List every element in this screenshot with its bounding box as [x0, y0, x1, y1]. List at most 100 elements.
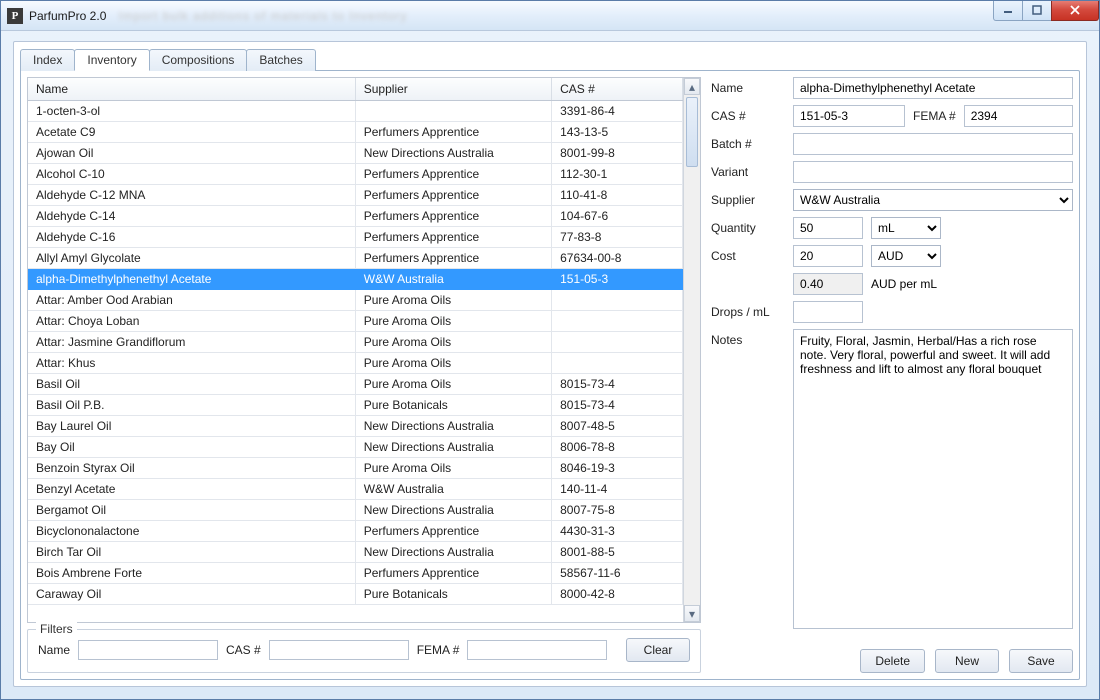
cell-name: Alcohol C-10	[28, 164, 355, 185]
cell-supplier: Pure Aroma Oils	[355, 290, 551, 311]
cell-cas: 58567-11-6	[552, 563, 683, 584]
table-row[interactable]: 1-octen-3-ol3391-86-4	[28, 101, 683, 122]
filter-name-input[interactable]	[78, 640, 218, 660]
tab-index[interactable]: Index	[20, 49, 75, 71]
cell-name: Ajowan Oil	[28, 143, 355, 164]
close-button[interactable]	[1051, 1, 1099, 21]
delete-button[interactable]: Delete	[860, 649, 925, 673]
table-row[interactable]: Benzoin Styrax OilPure Aroma Oils8046-19…	[28, 458, 683, 479]
filters-legend: Filters	[36, 622, 77, 636]
table-row[interactable]: Bois Ambrene FortePerfumers Apprentice58…	[28, 563, 683, 584]
table-row[interactable]: Bergamot OilNew Directions Australia8007…	[28, 500, 683, 521]
app-window: P ParfumPro 2.0 Import bulk additions of…	[0, 0, 1100, 700]
detail-cost-label: Cost	[711, 249, 783, 263]
table-row[interactable]: alpha-Dimethylphenethyl AcetateW&W Austr…	[28, 269, 683, 290]
table-row[interactable]: Benzyl AcetateW&W Australia140-11-4	[28, 479, 683, 500]
tab-strip: Index Inventory Compositions Batches	[20, 49, 1080, 71]
detail-drops-input[interactable]	[793, 301, 863, 323]
cell-supplier: New Directions Australia	[355, 542, 551, 563]
vertical-scrollbar[interactable]: ▴ ▾	[683, 78, 700, 622]
cell-cas: 67634-00-8	[552, 248, 683, 269]
table-row[interactable]: Aldehyde C-16Perfumers Apprentice77-83-8	[28, 227, 683, 248]
cell-supplier: Perfumers Apprentice	[355, 206, 551, 227]
table-row[interactable]: Attar: Jasmine GrandiflorumPure Aroma Oi…	[28, 332, 683, 353]
table-row[interactable]: Aldehyde C-12 MNAPerfumers Apprentice110…	[28, 185, 683, 206]
cell-supplier: New Directions Australia	[355, 500, 551, 521]
cell-supplier: W&W Australia	[355, 269, 551, 290]
cell-cas: 3391-86-4	[552, 101, 683, 122]
table-row[interactable]: Acetate C9Perfumers Apprentice143-13-5	[28, 122, 683, 143]
detail-cas-input[interactable]	[793, 105, 905, 127]
table-row[interactable]: Basil Oil P.B.Pure Botanicals8015-73-4	[28, 395, 683, 416]
table-row[interactable]: Aldehyde C-14Perfumers Apprentice104-67-…	[28, 206, 683, 227]
detail-batch-input[interactable]	[793, 133, 1073, 155]
cell-cas: 104-67-6	[552, 206, 683, 227]
detail-variant-input[interactable]	[793, 161, 1073, 183]
cell-cas: 8001-88-5	[552, 542, 683, 563]
cell-name: Aldehyde C-12 MNA	[28, 185, 355, 206]
detail-supplier-label: Supplier	[711, 193, 783, 207]
cell-cas: 140-11-4	[552, 479, 683, 500]
cell-name: Attar: Choya Loban	[28, 311, 355, 332]
filter-cas-input[interactable]	[269, 640, 409, 660]
scroll-up-button[interactable]: ▴	[684, 78, 700, 95]
detail-notes-label: Notes	[711, 329, 783, 347]
tab-inventory[interactable]: Inventory	[74, 49, 149, 71]
scroll-track[interactable]	[684, 95, 700, 605]
table-row[interactable]: Caraway OilPure Botanicals8000-42-8	[28, 584, 683, 605]
scroll-thumb[interactable]	[686, 97, 698, 167]
table-row[interactable]: Birch Tar OilNew Directions Australia800…	[28, 542, 683, 563]
filters-clear-button[interactable]: Clear	[626, 638, 690, 662]
cell-name: Attar: Amber Ood Arabian	[28, 290, 355, 311]
tab-body: Name Supplier CAS # 1-octen-3-ol3391-86-…	[20, 70, 1080, 680]
detail-currency-select[interactable]: AUD	[871, 245, 941, 267]
detail-quantity-unit-select[interactable]: mL	[871, 217, 941, 239]
cell-name: Acetate C9	[28, 122, 355, 143]
cell-supplier: W&W Australia	[355, 479, 551, 500]
table-row[interactable]: Alcohol C-10Perfumers Apprentice112-30-1	[28, 164, 683, 185]
cell-cas: 77-83-8	[552, 227, 683, 248]
cell-name: Attar: Jasmine Grandiflorum	[28, 332, 355, 353]
tab-compositions[interactable]: Compositions	[149, 49, 248, 71]
window-title: ParfumPro 2.0	[29, 9, 106, 23]
cell-supplier: Perfumers Apprentice	[355, 521, 551, 542]
detail-fema-input[interactable]	[964, 105, 1073, 127]
inventory-table: Name Supplier CAS # 1-octen-3-ol3391-86-…	[28, 78, 683, 605]
table-row[interactable]: Attar: Choya LobanPure Aroma Oils	[28, 311, 683, 332]
inventory-table-scroll[interactable]: Name Supplier CAS # 1-octen-3-ol3391-86-…	[28, 78, 683, 622]
tab-batches[interactable]: Batches	[246, 49, 315, 71]
cell-supplier: Perfumers Apprentice	[355, 185, 551, 206]
cell-supplier	[355, 101, 551, 122]
filters-group: Filters Name CAS # FEMA # Clear	[27, 629, 701, 673]
new-button[interactable]: New	[935, 649, 999, 673]
window-buttons	[994, 1, 1099, 21]
detail-name-input[interactable]	[793, 77, 1073, 99]
detail-quantity-input[interactable]	[793, 217, 863, 239]
cell-name: Aldehyde C-16	[28, 227, 355, 248]
titlebar: P ParfumPro 2.0 Import bulk additions of…	[1, 1, 1099, 31]
detail-quantity-label: Quantity	[711, 221, 783, 235]
table-row[interactable]: Bay Laurel OilNew Directions Australia80…	[28, 416, 683, 437]
cell-cas: 8006-78-8	[552, 437, 683, 458]
save-button[interactable]: Save	[1009, 649, 1073, 673]
filter-fema-input[interactable]	[467, 640, 607, 660]
table-row[interactable]: Basil OilPure Aroma Oils8015-73-4	[28, 374, 683, 395]
table-row[interactable]: Attar: Amber Ood ArabianPure Aroma Oils	[28, 290, 683, 311]
detail-cost-input[interactable]	[793, 245, 863, 267]
col-header-cas[interactable]: CAS #	[552, 78, 683, 101]
detail-notes-textarea[interactable]	[793, 329, 1073, 629]
table-row[interactable]: Bay OilNew Directions Australia8006-78-8	[28, 437, 683, 458]
col-header-supplier[interactable]: Supplier	[355, 78, 551, 101]
maximize-button[interactable]	[1022, 1, 1052, 21]
table-row[interactable]: Ajowan OilNew Directions Australia8001-9…	[28, 143, 683, 164]
table-row[interactable]: Attar: KhusPure Aroma Oils	[28, 353, 683, 374]
table-row[interactable]: Allyl Amyl GlycolatePerfumers Apprentice…	[28, 248, 683, 269]
detail-supplier-select[interactable]: W&W Australia	[793, 189, 1073, 211]
minimize-button[interactable]	[993, 1, 1023, 21]
cell-name: alpha-Dimethylphenethyl Acetate	[28, 269, 355, 290]
cell-name: Caraway Oil	[28, 584, 355, 605]
table-row[interactable]: BicyclononalactonePerfumers Apprentice44…	[28, 521, 683, 542]
filter-name-label: Name	[38, 643, 70, 657]
col-header-name[interactable]: Name	[28, 78, 355, 101]
scroll-down-button[interactable]: ▾	[684, 605, 700, 622]
